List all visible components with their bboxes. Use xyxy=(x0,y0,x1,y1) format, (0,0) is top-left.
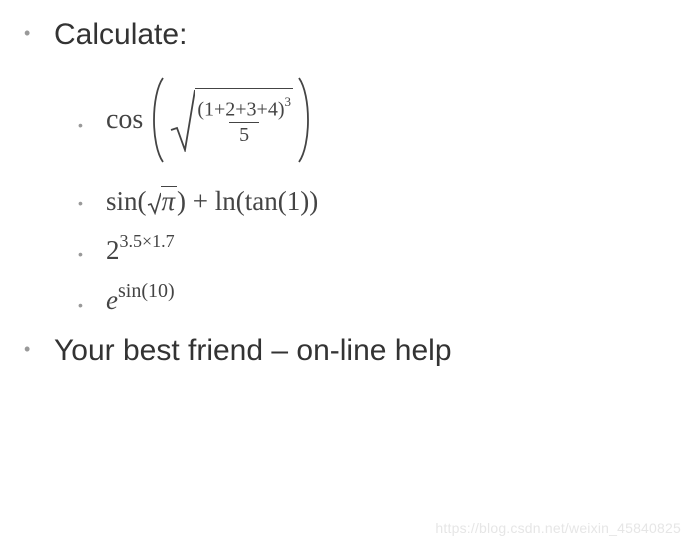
watermark: https://blog.csdn.net/weixin_45840825 xyxy=(435,520,681,536)
friend-text: Your best friend – on-line help xyxy=(54,334,452,367)
sqrt-icon xyxy=(147,186,161,216)
formula-list: cos (1+2+3+4)3 5 xyxy=(54,70,699,316)
outer-list: Calculate: cos (1+ xyxy=(0,18,699,368)
item-calculate: Calculate: cos (1+ xyxy=(0,18,699,316)
item-friend: Your best friend – on-line help xyxy=(0,334,699,368)
f1-func: cos xyxy=(106,104,143,136)
right-paren-icon xyxy=(293,75,317,165)
f2-plus: + xyxy=(186,186,215,216)
formula-3: 23.5×1.7 xyxy=(54,233,699,266)
f2-sin: sin xyxy=(106,186,138,216)
f4-exp-arg: 10 xyxy=(148,280,168,302)
sqrt-icon xyxy=(169,88,195,152)
formula-4: esin(10) xyxy=(54,282,699,316)
f3-base: 2 xyxy=(106,235,120,265)
f1-fraction: (1+2+3+4)3 5 xyxy=(195,97,293,147)
f3-exp: 3.5×1.7 xyxy=(120,231,175,251)
f2-ln: ln xyxy=(215,186,236,216)
left-paren-icon xyxy=(145,75,169,165)
f4-base: e xyxy=(106,285,118,315)
f2-pi: π xyxy=(161,186,178,215)
calculate-heading: Calculate: xyxy=(54,18,187,51)
formula-1: cos (1+2+3+4)3 5 xyxy=(54,70,699,170)
f2-tan: tan xyxy=(245,186,278,216)
f1-num-base: (1+2+3+4) xyxy=(197,99,284,121)
formula-2: sin(π) + ln(tan(1)) xyxy=(54,186,699,217)
f1-den: 5 xyxy=(229,122,259,147)
f4-exp-func: sin xyxy=(118,280,141,302)
f1-num-exp: 3 xyxy=(285,94,292,109)
f2-tan-arg: 1 xyxy=(287,186,301,216)
